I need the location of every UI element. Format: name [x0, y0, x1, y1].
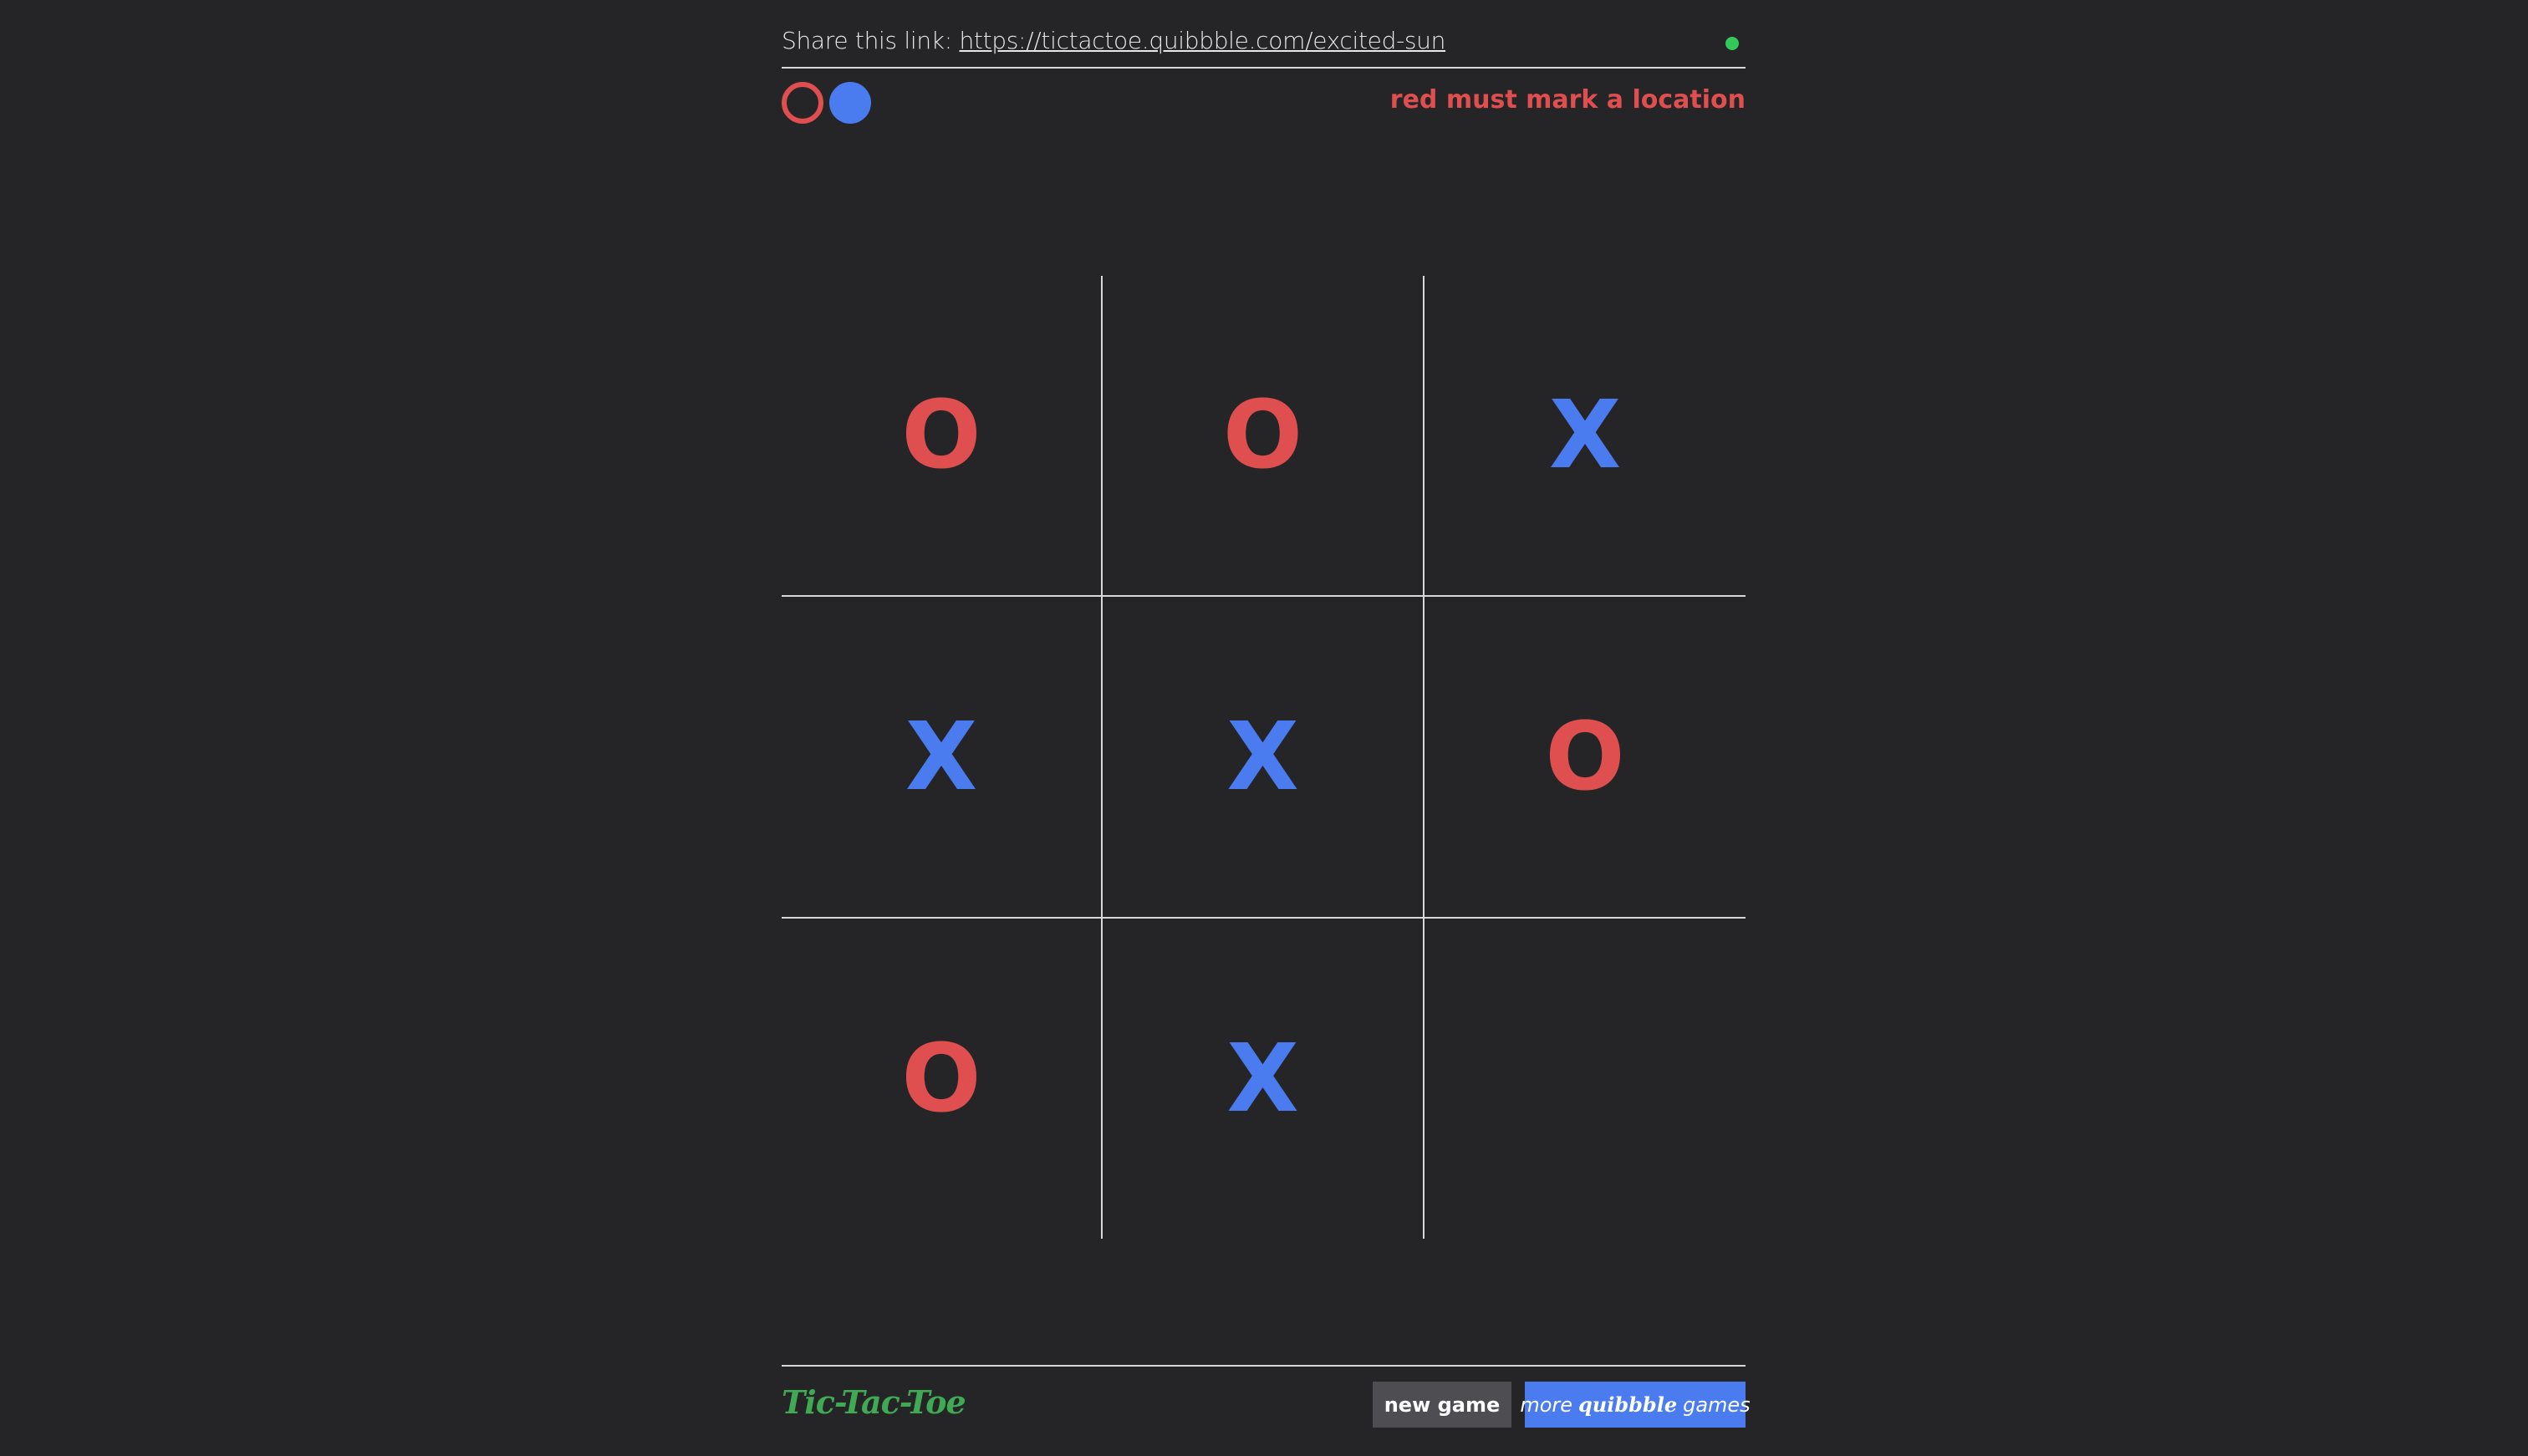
new-game-button[interactable]: new game [1373, 1382, 1511, 1428]
cell-mark: X [905, 702, 978, 812]
board-cell-1-1[interactable]: O [782, 276, 1103, 597]
share-text: Share this link: https://tictactoe.quibb… [782, 27, 1445, 54]
app-logo: Tic-Tac-Toe [782, 1383, 966, 1421]
blue-player-disc-icon [829, 82, 871, 124]
cell-mark: X [1548, 381, 1622, 490]
board-cell-1-2[interactable]: O [1103, 276, 1425, 597]
cell-mark: O [1545, 702, 1625, 812]
board-cell-3-3[interactable] [1425, 919, 1746, 1239]
game-board: O O X X X O O X [782, 276, 1746, 1239]
red-player-ring-icon [782, 82, 823, 124]
more-games-suffix: games [1683, 1392, 1751, 1417]
cell-mark: O [1222, 381, 1303, 490]
share-link[interactable]: https://tictactoe.quibbble.com/excited-s… [959, 27, 1445, 54]
cell-mark: X [1226, 1024, 1299, 1133]
board-cell-1-3[interactable]: X [1425, 276, 1746, 597]
board-cell-3-2[interactable]: X [1103, 919, 1425, 1239]
quibbble-brand: quibbble [1578, 1392, 1678, 1417]
board-cell-2-3[interactable]: O [1425, 597, 1746, 919]
cell-mark: O [901, 1024, 981, 1133]
share-bar: Share this link: https://tictactoe.quibb… [782, 0, 1746, 69]
turn-status: red must mark a location [1389, 85, 1746, 115]
more-games-prefix: more [1520, 1392, 1573, 1417]
connection-status-icon [1725, 37, 1739, 50]
cell-mark: X [1226, 702, 1299, 812]
game-container: Share this link: https://tictactoe.quibb… [782, 0, 1751, 1456]
board-cell-3-1[interactable]: O [782, 919, 1103, 1239]
board-cell-2-2[interactable]: X [1103, 597, 1425, 919]
footer: Tic-Tac-Toe new game more quibbble games [782, 1365, 1751, 1456]
more-games-button[interactable]: more quibbble games [1520, 1382, 1751, 1428]
board-cell-2-1[interactable]: X [782, 597, 1103, 919]
share-prefix: Share this link: [782, 27, 952, 54]
cell-mark: O [901, 381, 981, 490]
